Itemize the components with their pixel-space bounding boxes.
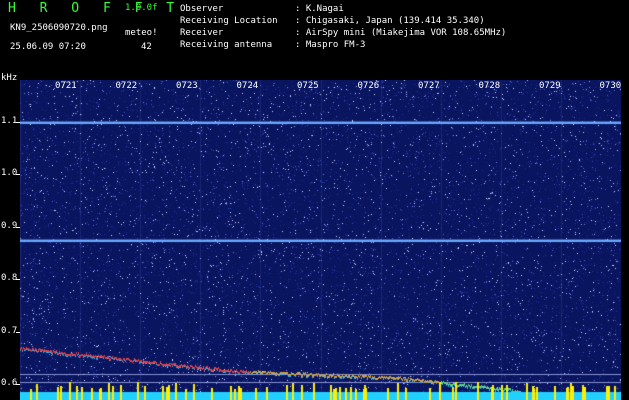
y-tick-mark — [16, 279, 20, 281]
waterfall-canvas — [20, 80, 621, 400]
minute-label: 0726 — [357, 81, 380, 91]
minute-label: 0729 — [539, 81, 561, 91]
info-key: Observer — [180, 4, 224, 14]
y-tick-label: 0.6 — [1, 378, 18, 389]
minute-label: 0724 — [236, 81, 259, 91]
waterfall-plot — [20, 80, 621, 400]
minute-label: 0725 — [297, 81, 319, 91]
y-tick-mark — [16, 384, 20, 386]
meteor-label: meteo! — [125, 28, 158, 38]
minute-label: 0727 — [418, 81, 440, 91]
y-tick-label: 1.0 — [1, 168, 18, 179]
info-key: Receiving Location — [180, 16, 278, 26]
minute-label: 0721 — [55, 81, 77, 91]
station-info: Observer : K.Nagai Receiving Location : Ch… — [180, 3, 506, 51]
y-tick-mark — [16, 226, 20, 228]
info-row-observer: Observer : K.Nagai — [180, 3, 506, 15]
minute-label: 0728 — [478, 81, 501, 91]
y-tick-label: 0.9 — [1, 220, 18, 231]
info-key: Receiver — [180, 28, 224, 38]
info-value: : AirSpy mini (Miakejima VOR 108.65MHz) — [295, 28, 507, 38]
filename-label: KN9_2506090720.png — [10, 23, 108, 33]
info-row-receiver: Receiver : AirSpy mini (Miakejima VOR 108… — [180, 27, 506, 39]
y-tick-label: 0.7 — [1, 325, 18, 336]
minute-label: 0730 — [599, 81, 622, 91]
minute-label: 0722 — [115, 81, 138, 91]
y-tick-mark — [16, 121, 20, 123]
minute-label: 0723 — [176, 81, 198, 91]
y-axis-unit: kHz — [1, 73, 18, 83]
info-value: : Chigasaki, Japan (139.414 35.340) — [295, 16, 485, 26]
info-value: : Maspro FM-3 — [295, 40, 366, 50]
y-tick-label: 0.8 — [1, 273, 18, 284]
info-key: Receiving antenna — [180, 40, 273, 50]
datetime-label: 25.06.09 07:20 — [10, 42, 86, 52]
info-row-antenna: Receiving antenna : Maspro FM-3 — [180, 39, 506, 51]
info-row-location: Receiving Location : Chigasaki, Japan (13… — [180, 15, 506, 27]
y-tick-mark — [16, 174, 20, 176]
version-label: 1.0.0f — [125, 3, 158, 13]
info-value: : K.Nagai — [295, 4, 344, 14]
meteor-count: 42 — [141, 42, 152, 52]
y-tick-label: 1.1 — [1, 115, 18, 126]
y-tick-mark — [16, 331, 20, 333]
